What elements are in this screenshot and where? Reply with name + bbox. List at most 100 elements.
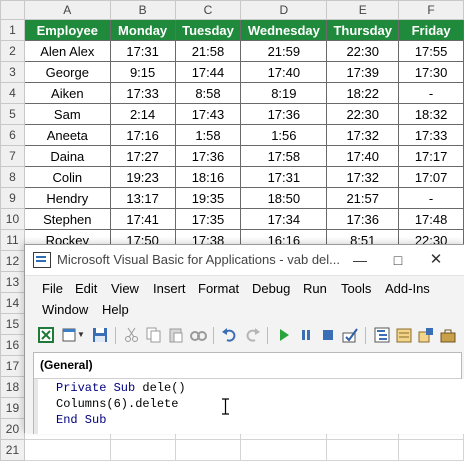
menu-debug[interactable]: Debug bbox=[252, 281, 290, 296]
row-header[interactable]: 19 bbox=[0, 397, 25, 419]
code-line-1[interactable]: Private Sub dele() bbox=[56, 381, 186, 395]
cell[interactable]: 17:31 bbox=[109, 40, 176, 62]
reset-icon[interactable] bbox=[319, 326, 337, 344]
menu-addins[interactable]: Add-Ins bbox=[385, 281, 430, 296]
column-header-a[interactable]: A bbox=[23, 0, 111, 20]
cell[interactable]: - bbox=[398, 82, 464, 104]
row-header[interactable]: 11 bbox=[0, 229, 25, 251]
object-browser-icon[interactable] bbox=[417, 326, 435, 344]
cell[interactable]: 17:44 bbox=[174, 61, 242, 83]
cell[interactable]: 17:36 bbox=[240, 103, 328, 125]
row-header[interactable]: 13 bbox=[0, 271, 25, 293]
menu-view[interactable]: View bbox=[111, 281, 139, 296]
insert-dropdown-icon[interactable]: ▼ bbox=[77, 330, 85, 348]
column-title-cell[interactable]: Thursday bbox=[326, 19, 400, 41]
cell[interactable]: 17:40 bbox=[326, 145, 400, 167]
cell[interactable]: 17:36 bbox=[174, 145, 242, 167]
cell[interactable]: 17:31 bbox=[240, 166, 328, 188]
row-header[interactable]: 3 bbox=[0, 61, 25, 83]
cell[interactable]: 18:16 bbox=[174, 166, 242, 188]
cell[interactable]: 17:58 bbox=[240, 145, 328, 167]
project-explorer-icon[interactable] bbox=[373, 326, 391, 344]
row-header[interactable]: 20 bbox=[0, 418, 25, 440]
column-header-e[interactable]: E bbox=[326, 0, 400, 20]
menu-help[interactable]: Help bbox=[102, 302, 129, 317]
row-header[interactable]: 16 bbox=[0, 334, 25, 356]
menu-run[interactable]: Run bbox=[303, 281, 327, 296]
select-all-corner[interactable] bbox=[0, 0, 25, 20]
cell[interactable]: 18:22 bbox=[326, 82, 400, 104]
code-line-3[interactable]: End Sub bbox=[56, 413, 106, 427]
cell[interactable]: 17:40 bbox=[240, 61, 328, 83]
row-header[interactable]: 12 bbox=[0, 250, 25, 272]
row-header[interactable]: 10 bbox=[0, 208, 25, 230]
row-header[interactable]: 17 bbox=[0, 355, 25, 377]
maximize-button[interactable]: □ bbox=[383, 249, 413, 271]
cell[interactable]: 17:36 bbox=[326, 208, 400, 230]
cell[interactable] bbox=[23, 439, 111, 461]
cell[interactable] bbox=[109, 439, 176, 461]
row-header[interactable]: 5 bbox=[0, 103, 25, 125]
run-icon[interactable] bbox=[275, 326, 293, 344]
save-icon[interactable] bbox=[91, 326, 109, 344]
row-header[interactable]: 21 bbox=[0, 439, 25, 461]
paste-icon[interactable] bbox=[167, 326, 185, 344]
cell[interactable] bbox=[398, 439, 464, 461]
cell[interactable]: 17:07 bbox=[398, 166, 464, 188]
cell[interactable]: 17:43 bbox=[174, 103, 242, 125]
column-title-cell[interactable]: Wednesday bbox=[240, 19, 328, 41]
cell[interactable]: 13:17 bbox=[109, 187, 176, 209]
properties-icon[interactable] bbox=[395, 326, 413, 344]
cell[interactable]: 17:32 bbox=[326, 166, 400, 188]
row-header[interactable]: 9 bbox=[0, 187, 25, 209]
cell[interactable]: 18:50 bbox=[240, 187, 328, 209]
cell[interactable]: 1:56 bbox=[240, 124, 328, 146]
row-header[interactable]: 2 bbox=[0, 40, 25, 62]
menu-window[interactable]: Window bbox=[42, 302, 88, 317]
cell[interactable] bbox=[326, 439, 400, 461]
cell[interactable]: Aiken bbox=[23, 82, 111, 104]
row-header[interactable]: 15 bbox=[0, 313, 25, 335]
row-header[interactable]: 7 bbox=[0, 145, 25, 167]
cell[interactable]: 19:35 bbox=[174, 187, 242, 209]
column-header-b[interactable]: B bbox=[109, 0, 176, 20]
cell[interactable]: 2:14 bbox=[109, 103, 176, 125]
cell[interactable]: Aneeta bbox=[23, 124, 111, 146]
cell[interactable]: Stephen bbox=[23, 208, 111, 230]
cell[interactable]: 17:48 bbox=[398, 208, 464, 230]
cell[interactable]: 22:30 bbox=[326, 40, 400, 62]
cell[interactable]: 17:27 bbox=[109, 145, 176, 167]
cell[interactable]: 17:17 bbox=[398, 145, 464, 167]
copy-icon[interactable] bbox=[145, 326, 163, 344]
menu-file[interactable]: File bbox=[42, 281, 63, 296]
toolbox-icon[interactable] bbox=[439, 326, 457, 344]
close-button[interactable]: ✕ bbox=[421, 249, 451, 271]
row-header[interactable]: 8 bbox=[0, 166, 25, 188]
excel-icon[interactable] bbox=[37, 326, 55, 344]
cell[interactable]: 17:55 bbox=[398, 40, 464, 62]
menu-edit[interactable]: Edit bbox=[75, 281, 97, 296]
cell[interactable]: 17:39 bbox=[326, 61, 400, 83]
cell[interactable]: Alen Alex bbox=[23, 40, 111, 62]
cell[interactable]: 21:59 bbox=[240, 40, 328, 62]
row-header[interactable]: 4 bbox=[0, 82, 25, 104]
cell[interactable]: Sam bbox=[23, 103, 111, 125]
cell[interactable]: 17:30 bbox=[398, 61, 464, 83]
cell[interactable]: 19:23 bbox=[109, 166, 176, 188]
cell[interactable]: 17:35 bbox=[174, 208, 242, 230]
cell[interactable]: George bbox=[23, 61, 111, 83]
column-title-cell[interactable]: Friday bbox=[398, 19, 464, 41]
menu-format[interactable]: Format bbox=[198, 281, 239, 296]
code-line-2[interactable]: Columns(6).delete bbox=[56, 397, 178, 411]
cell[interactable] bbox=[174, 439, 242, 461]
cell[interactable]: 17:33 bbox=[398, 124, 464, 146]
cell[interactable]: Colin bbox=[23, 166, 111, 188]
cell[interactable]: 17:33 bbox=[109, 82, 176, 104]
title-bar[interactable]: Microsoft Visual Basic for Applications … bbox=[25, 245, 464, 276]
column-header-d[interactable]: D bbox=[240, 0, 328, 20]
cell[interactable]: 9:15 bbox=[109, 61, 176, 83]
column-header-f[interactable]: F bbox=[398, 0, 464, 20]
cell[interactable]: 22:30 bbox=[326, 103, 400, 125]
redo-icon[interactable] bbox=[243, 326, 261, 344]
cell[interactable]: 17:16 bbox=[109, 124, 176, 146]
